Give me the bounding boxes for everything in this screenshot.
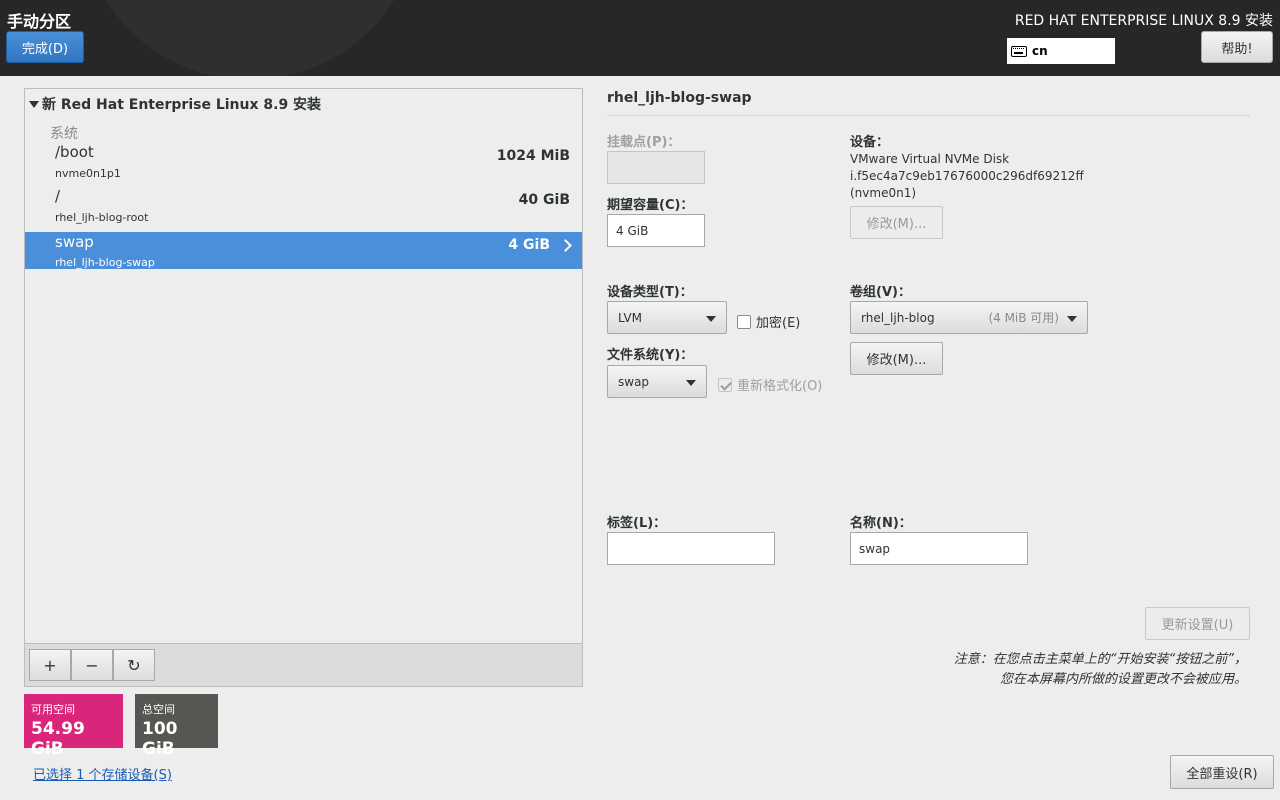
partition-mount: swap xyxy=(55,233,94,251)
total-space-label: 总空间 xyxy=(142,703,175,716)
detail-title: rhel_ljh-blog-swap xyxy=(607,90,752,106)
name-input[interactable]: swap xyxy=(850,532,1028,565)
available-space-label: 可用空间 xyxy=(31,703,75,716)
keyboard-layout-indicator[interactable]: cn xyxy=(1007,38,1115,64)
label-field-label: 标签(L)： xyxy=(607,516,667,531)
label-input[interactable] xyxy=(607,532,775,565)
partition-tree-panel: 新 Red Hat Enterprise Linux 8.9 安装 系统 /bo… xyxy=(24,88,583,687)
mount-point-label: 挂载点(P)： xyxy=(607,135,681,150)
encrypt-checkbox-box[interactable] xyxy=(737,314,751,329)
name-field-label: 名称(N)： xyxy=(850,516,912,531)
refresh-button[interactable]: ↻ xyxy=(113,649,155,681)
available-space-value: 54.99 GiB xyxy=(31,719,85,759)
partition-device: rhel_ljh-blog-root xyxy=(55,211,149,224)
partition-mount: /boot xyxy=(55,143,94,161)
filesystem-select[interactable]: swap xyxy=(607,365,707,398)
update-settings-button[interactable]: 更新设置(U) xyxy=(1145,607,1250,640)
device-type-select[interactable]: LVM xyxy=(607,301,727,334)
remove-partition-button[interactable]: − xyxy=(71,649,113,681)
desired-capacity-input[interactable]: 4 GiB xyxy=(607,214,705,247)
partition-device: nvme0n1p1 xyxy=(55,167,121,180)
partition-size: 1024 MiB xyxy=(496,148,570,164)
note-line-2: 您在本屏幕内所做的设置更改不会被应用。 xyxy=(999,672,1247,687)
apply-note: 注意：在您点击主菜单上的“开始安装“按钮之前”， 您在本屏幕内所做的设置更改不会… xyxy=(954,650,1247,690)
partition-toolbar: + − ↻ xyxy=(25,643,582,686)
tree-root-label: 新 Red Hat Enterprise Linux 8.9 安装 xyxy=(42,97,322,113)
reformat-label: 重新格式化(O) xyxy=(737,379,823,394)
reformat-checkbox[interactable]: 重新格式化(O) xyxy=(718,375,822,394)
note-line-1: 注意：在您点击主菜单上的“开始安装“按钮之前”， xyxy=(953,652,1247,667)
filesystem-value: swap xyxy=(618,374,650,389)
device-type-value: LVM xyxy=(618,310,642,325)
chevron-down-icon xyxy=(686,380,696,386)
done-button[interactable]: 完成(D) xyxy=(6,31,84,63)
partition-row-swap[interactable]: swap rhel_ljh-blog-swap 4 GiB xyxy=(25,232,582,269)
chevron-right-icon xyxy=(559,239,572,252)
chevron-down-icon xyxy=(1067,316,1077,322)
volume-group-value: rhel_ljh-blog xyxy=(861,310,935,325)
device-node: (nvme0n1) xyxy=(850,186,917,200)
device-type-label: 设备类型(T)： xyxy=(607,285,693,300)
partition-device: rhel_ljh-blog-swap xyxy=(55,256,155,269)
selected-storage-link[interactable]: 已选择 1 个存储设备(S) xyxy=(33,764,172,783)
partition-row-root[interactable]: / rhel_ljh-blog-root 40 GiB xyxy=(25,187,582,225)
header-decoration xyxy=(80,0,420,76)
device-modify-button[interactable]: 修改(M)... xyxy=(850,206,943,239)
reset-all-button[interactable]: 全部重设(R) xyxy=(1170,755,1274,789)
desired-capacity-label: 期望容量(C)： xyxy=(607,198,694,213)
device-name: VMware Virtual NVMe Disk xyxy=(850,152,1010,166)
group-label-system: 系统 xyxy=(50,126,78,142)
chevron-down-icon xyxy=(706,316,716,322)
device-description: VMware Virtual NVMe Disk i.f5ec4a7c9eb17… xyxy=(850,151,1084,202)
device-label: 设备： xyxy=(850,135,890,150)
encrypt-label: 加密(E) xyxy=(756,316,801,331)
partition-size: 4 GiB xyxy=(508,237,550,253)
device-id: i.f5ec4a7c9eb17676000c296df69212ff xyxy=(850,169,1084,183)
volume-group-label: 卷组(V)： xyxy=(850,285,911,300)
page-title: 手动分区 xyxy=(7,12,72,31)
help-button[interactable]: 帮助! xyxy=(1201,31,1273,63)
available-space-box: 可用空间 54.99 GiB xyxy=(24,694,123,759)
tree-root[interactable]: 新 Red Hat Enterprise Linux 8.9 安装 xyxy=(29,94,321,114)
reformat-checkbox-box[interactable] xyxy=(718,377,732,392)
mount-point-input[interactable] xyxy=(607,151,705,184)
keyboard-icon xyxy=(1011,45,1027,57)
add-partition-button[interactable]: + xyxy=(29,649,71,681)
volume-group-select[interactable]: rhel_ljh-blog (4 MiB 可用) xyxy=(850,301,1088,334)
partition-mount: / xyxy=(55,187,61,205)
encrypt-checkbox[interactable]: 加密(E) xyxy=(737,312,800,331)
total-space-box: 总空间 100 GiB xyxy=(135,694,218,759)
partition-size: 40 GiB xyxy=(518,192,570,208)
expand-triangle-icon[interactable] xyxy=(29,100,39,108)
detail-divider xyxy=(607,115,1250,116)
total-space-value: 100 GiB xyxy=(142,719,178,759)
product-title: RED HAT ENTERPRISE LINUX 8.9 安装 xyxy=(1014,13,1273,29)
keyboard-layout-label: cn xyxy=(1032,44,1048,58)
partition-row-boot[interactable]: /boot nvme0n1p1 1024 MiB xyxy=(25,143,582,181)
filesystem-label: 文件系统(Y)： xyxy=(607,348,694,363)
header-bar: 手动分区 完成(D) RED HAT ENTERPRISE LINUX 8.9 … xyxy=(0,0,1280,76)
volume-group-available: (4 MiB 可用) xyxy=(988,311,1059,325)
volume-group-modify-button[interactable]: 修改(M)... xyxy=(850,342,943,375)
